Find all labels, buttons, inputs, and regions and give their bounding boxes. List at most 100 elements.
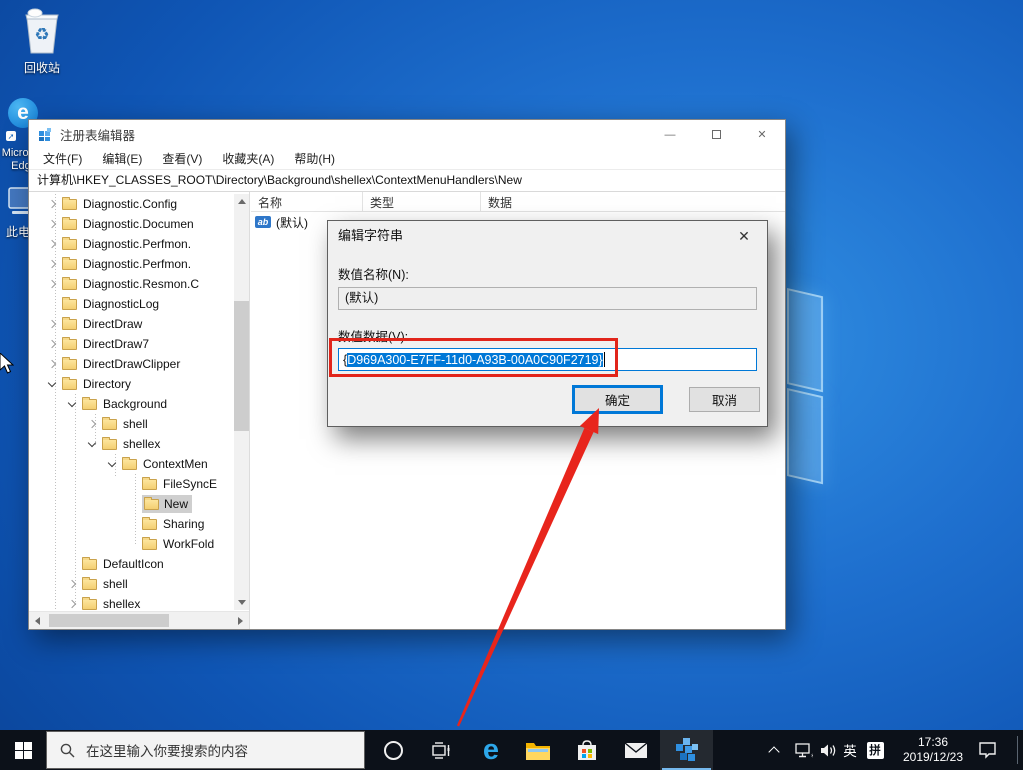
ime-icon: 拼 (867, 742, 884, 759)
edge-icon: e (483, 736, 499, 765)
tree-item[interactable]: WorkFold (29, 534, 233, 554)
tray-network[interactable]: ⁎ (791, 730, 817, 770)
tray-ime-indicator[interactable]: 拼 (863, 730, 887, 770)
chevron-right-icon[interactable] (48, 340, 56, 348)
selected-key-highlight: New (142, 495, 192, 513)
close-icon: ✕ (738, 228, 750, 245)
shortcut-arrow-icon: ➚ (6, 131, 16, 141)
column-type[interactable]: 类型 (363, 192, 481, 211)
start-button[interactable] (0, 730, 46, 770)
chevron-right-icon[interactable] (48, 280, 56, 288)
tree-item[interactable]: DirectDraw7 (29, 334, 233, 354)
address-bar[interactable]: 计算机\HKEY_CLASSES_ROOT\Directory\Backgrou… (29, 169, 785, 192)
tree-item[interactable]: Sharing (29, 514, 233, 534)
action-center-button[interactable] (972, 730, 1002, 770)
cortana-button[interactable] (375, 730, 411, 770)
cancel-button[interactable]: 取消 (689, 387, 760, 412)
task-view-icon (432, 742, 451, 759)
regedit-taskbar-icon (660, 730, 713, 770)
maximize-button[interactable] (693, 120, 739, 149)
chevron-down-icon[interactable] (48, 378, 56, 386)
vertical-scroll-thumb[interactable] (234, 301, 249, 431)
menu-edit[interactable]: 编辑(E) (92, 149, 152, 169)
chevron-right-icon[interactable] (48, 220, 56, 228)
folder-icon (62, 319, 77, 330)
chevron-right-icon[interactable] (88, 420, 96, 428)
folder-icon (144, 499, 159, 510)
menu-help[interactable]: 帮助(H) (284, 149, 345, 169)
tree-item[interactable]: ContextMen (29, 454, 233, 474)
chevron-right-icon[interactable] (68, 600, 76, 608)
column-name[interactable]: 名称 (251, 192, 363, 211)
value-name-label: 数值名称(N): (338, 264, 409, 283)
close-button[interactable]: ✕ (739, 120, 785, 149)
menu-file[interactable]: 文件(F) (33, 149, 92, 169)
tray-language-indicator[interactable]: 英 (839, 730, 861, 770)
scroll-right-icon[interactable] (238, 617, 243, 625)
show-desktop-button[interactable] (1017, 736, 1018, 764)
folder-icon (122, 459, 137, 470)
recycle-bin-icon: ♻ (19, 6, 65, 56)
tree-item[interactable]: DiagnosticLog (29, 294, 233, 314)
tree-item[interactable]: DefaultIcon (29, 554, 233, 574)
tree-item[interactable]: Background (29, 394, 233, 414)
horizontal-scroll-thumb[interactable] (49, 614, 169, 627)
tree-vertical-scrollbar[interactable] (234, 194, 249, 610)
taskbar-edge-button[interactable]: e (472, 730, 510, 770)
chevron-right-icon[interactable] (48, 240, 56, 248)
tree-item[interactable]: Diagnostic.Perfmon. (29, 234, 233, 254)
taskbar-search-box[interactable]: 在这里输入你要搜索的内容 (46, 731, 365, 769)
folder-icon (102, 419, 117, 430)
tree-item[interactable]: DirectDraw (29, 314, 233, 334)
tray-clock[interactable]: 17:36 2019/12/23 (898, 735, 968, 765)
chevron-right-icon[interactable] (48, 360, 56, 368)
tree-horizontal-scrollbar[interactable] (29, 611, 249, 629)
menu-favorites[interactable]: 收藏夹(A) (212, 149, 284, 169)
tree-spacer (128, 540, 136, 548)
chevron-right-icon[interactable] (48, 200, 56, 208)
tree-item[interactable]: shell (29, 574, 233, 594)
folder-icon (62, 199, 77, 210)
taskbar-explorer-button[interactable] (519, 730, 557, 770)
tree-item[interactable]: Diagnostic.Config (29, 194, 233, 214)
taskbar-store-button[interactable] (568, 730, 606, 770)
tree-item[interactable]: DirectDrawClipper (29, 354, 233, 374)
minimize-button[interactable]: — (647, 120, 693, 149)
minimize-icon: — (665, 129, 676, 141)
desktop-icon-recycle-bin[interactable]: ♻ 回收站 (10, 6, 74, 76)
tree-item[interactable]: shell (29, 414, 233, 434)
folder-icon (62, 379, 77, 390)
column-data[interactable]: 数据 (481, 192, 785, 211)
tree-item[interactable]: shellex (29, 434, 233, 454)
search-icon (60, 743, 75, 758)
chevron-right-icon[interactable] (48, 260, 56, 268)
clock-date: 2019/12/23 (898, 750, 968, 765)
desktop: ♻ 回收站 e ➚ Microsoft Edge 此电脑 注册表编辑器 — ✕ (0, 0, 1023, 770)
chevron-down-icon[interactable] (68, 398, 76, 406)
scroll-down-icon[interactable] (238, 600, 246, 605)
chevron-down-icon[interactable] (88, 438, 96, 446)
taskbar: 在这里输入你要搜索的内容 e (0, 730, 1023, 770)
taskbar-mail-button[interactable] (617, 730, 655, 770)
chevron-right-icon[interactable] (68, 580, 76, 588)
tree-item[interactable]: FileSyncE (29, 474, 233, 494)
folder-icon (62, 359, 77, 370)
tree-item[interactable]: Diagnostic.Perfmon. (29, 254, 233, 274)
tree-item[interactable]: Diagnostic.Documen (29, 214, 233, 234)
annotation-red-rectangle (329, 338, 618, 377)
folder-icon (62, 239, 77, 250)
tree-item-selected[interactable]: New (29, 494, 233, 514)
scroll-left-icon[interactable] (35, 617, 40, 625)
menu-view[interactable]: 查看(V) (152, 149, 212, 169)
tray-show-hidden-icons[interactable] (762, 730, 786, 770)
chevron-right-icon[interactable] (48, 320, 56, 328)
wallpaper-logo-pane-bottom (787, 388, 823, 484)
taskbar-regedit-button-active[interactable] (660, 730, 713, 770)
dialog-close-button[interactable]: ✕ (727, 223, 761, 249)
maximize-icon (712, 130, 721, 139)
tree-item[interactable]: Directory (29, 374, 233, 394)
chevron-down-icon[interactable] (108, 458, 116, 466)
tree-item[interactable]: Diagnostic.Resmon.C (29, 274, 233, 294)
task-view-button[interactable] (422, 730, 460, 770)
scroll-up-icon[interactable] (238, 199, 246, 204)
